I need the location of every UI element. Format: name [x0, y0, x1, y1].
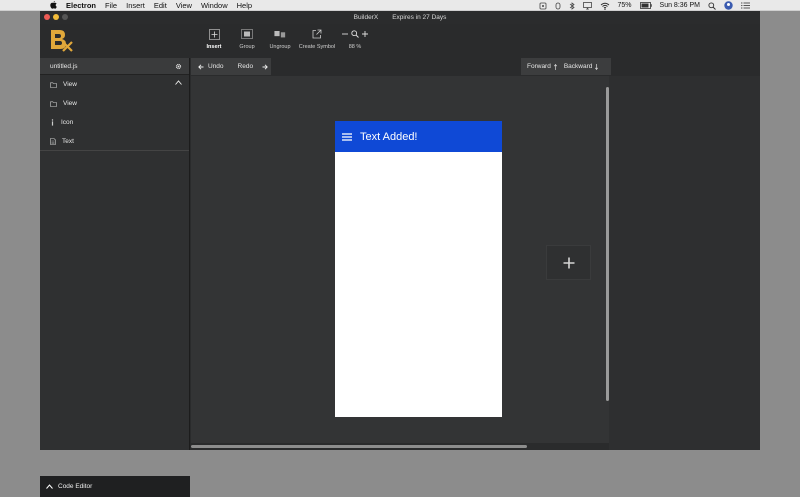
chevron-up-icon[interactable]: [175, 80, 182, 85]
battery-icon[interactable]: [639, 2, 652, 9]
layer-label: Icon: [61, 119, 74, 126]
redo-button[interactable]: Redo: [224, 63, 269, 70]
clock[interactable]: Sun 8:36 PM: [660, 2, 700, 9]
folder-icon: [50, 82, 57, 88]
forward-label: Forward: [527, 63, 551, 70]
layer-label: View: [63, 100, 77, 107]
wifi-icon[interactable]: [600, 2, 610, 10]
bluetooth-icon[interactable]: [569, 1, 575, 10]
history-controls: Undo Redo: [191, 58, 271, 75]
menu-insert[interactable]: Insert: [126, 1, 145, 10]
menu-edit[interactable]: Edit: [154, 1, 167, 10]
file-header: untitled.js: [40, 58, 189, 75]
window-title: BuilderX: [353, 14, 379, 21]
builderx-logo-icon: [51, 30, 73, 52]
document-icon: [50, 137, 56, 145]
zoom-out-icon[interactable]: [342, 31, 348, 37]
undo-button[interactable]: Undo: [191, 63, 224, 70]
redo-label: Redo: [237, 63, 254, 70]
layer-item-view-child[interactable]: View: [40, 94, 189, 113]
app-window: BuilderX Expires in 27 Days Insert Group…: [40, 11, 760, 497]
sync-icon[interactable]: [555, 2, 561, 10]
insert-button[interactable]: Insert: [198, 28, 230, 50]
zoom-magnifier-icon: [351, 30, 359, 38]
arrow-down-icon: [595, 63, 599, 70]
plus-icon: [563, 257, 574, 268]
create-symbol-button[interactable]: Create Symbol: [297, 28, 337, 50]
arrange-controls: Forward Backward: [521, 58, 611, 75]
layer-item-text[interactable]: Text: [40, 132, 189, 151]
spotlight-search-icon[interactable]: [708, 1, 716, 10]
minimize-window-button[interactable]: [53, 14, 59, 20]
layer-label: Text: [62, 137, 74, 145]
settings-gear-icon[interactable]: [175, 63, 182, 70]
group-label: Group: [239, 44, 255, 50]
backward-label: Backward: [563, 63, 593, 70]
insert-label: Insert: [206, 44, 222, 50]
canvas-vertical-scrollbar[interactable]: [606, 87, 609, 401]
mac-menubar: Electron File Insert Edit View Window He…: [0, 0, 800, 11]
menu-view[interactable]: View: [176, 1, 192, 10]
canvas-horizontal-scrollbar[interactable]: [191, 445, 527, 448]
send-backward-button[interactable]: Backward: [557, 63, 599, 70]
layer-item-view-root[interactable]: View: [40, 75, 189, 94]
group-button[interactable]: Group: [231, 28, 263, 50]
menu-file[interactable]: File: [105, 1, 117, 10]
properties-panel: [609, 76, 760, 450]
bring-forward-button[interactable]: Forward: [521, 63, 557, 70]
undo-label: Undo: [208, 63, 224, 70]
appbar-title[interactable]: Text Added!: [360, 131, 418, 143]
airplay-icon[interactable]: [582, 1, 592, 10]
insert-plus-icon: [208, 28, 220, 40]
ungroup-label: Ungroup: [269, 44, 291, 50]
layers-sidebar: untitled.js View View Icon Text Code Edi…: [40, 58, 190, 497]
code-editor-label: Code Editor: [58, 483, 93, 490]
arrow-left-icon: [198, 63, 204, 70]
artboard-appbar[interactable]: Text Added!: [335, 121, 502, 152]
artboard[interactable]: Text Added!: [335, 121, 502, 417]
code-editor-toggle[interactable]: Code Editor: [40, 476, 190, 497]
zoom-level: 88 %: [348, 44, 362, 50]
zoom-window-button[interactable]: [62, 14, 68, 20]
battery-percent: 75%: [617, 2, 632, 9]
external-link-icon: [312, 29, 322, 39]
zoom-in-icon[interactable]: [362, 31, 368, 37]
window-controls: [44, 14, 68, 20]
screen-share-icon[interactable]: [539, 2, 547, 10]
layer-label: View: [63, 81, 77, 88]
ungroup-button[interactable]: Ungroup: [264, 28, 296, 50]
add-artboard-button[interactable]: [546, 245, 591, 280]
ungroup-icon: [274, 31, 286, 38]
close-window-button[interactable]: [44, 14, 50, 20]
window-titlebar: BuilderX Expires in 27 Days: [40, 11, 760, 24]
license-expiry: Expires in 27 Days: [392, 14, 447, 21]
zoom-control: 88 %: [338, 28, 372, 50]
canvas-toolbar: Undo Redo Forward Backward: [191, 58, 760, 75]
layer-item-icon[interactable]: Icon: [40, 113, 189, 132]
notification-center-icon[interactable]: [741, 2, 750, 9]
hamburger-menu-icon[interactable]: [342, 132, 352, 141]
arrow-right-icon: [262, 63, 268, 70]
menu-help[interactable]: Help: [237, 1, 252, 10]
apple-icon[interactable]: [50, 1, 57, 9]
menu-app-name[interactable]: Electron: [66, 1, 96, 10]
info-icon: [51, 119, 54, 126]
chevron-up-icon: [46, 484, 53, 489]
menu-window[interactable]: Window: [201, 1, 228, 10]
user-avatar-icon[interactable]: [724, 1, 733, 10]
group-icon: [241, 29, 253, 39]
folder-icon: [50, 101, 57, 107]
file-name[interactable]: untitled.js: [50, 63, 77, 70]
create-symbol-label: Create Symbol: [298, 44, 336, 50]
